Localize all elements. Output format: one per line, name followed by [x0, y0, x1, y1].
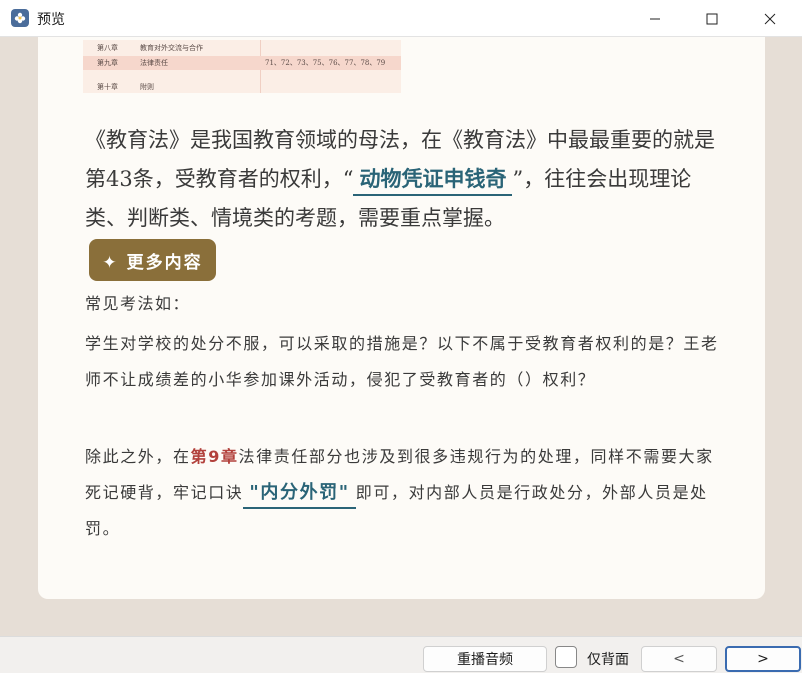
common-questions-heading: 常见考法如：	[85, 294, 191, 313]
prev-button[interactable]: <	[641, 646, 717, 672]
next-button[interactable]: >	[725, 646, 801, 672]
table-row: 第九章 法律责任 71、72、73、75、76、77、78、79	[83, 56, 401, 70]
chapter-9-paragraph: 除此之外，在第9章法律责任部分也涉及到很多违规行为的处理，同样不需要大家死记硬背…	[85, 447, 714, 538]
minimize-button[interactable]	[632, 0, 678, 37]
bottom-toolbar: 重播音频 仅背面 < >	[0, 636, 802, 673]
maximize-button[interactable]	[689, 0, 735, 37]
window-title: 预览	[37, 12, 65, 28]
chapter-reference: 第9章	[190, 447, 239, 466]
replay-audio-button[interactable]: 重播音频	[423, 646, 547, 672]
table-row: 第十章 附则	[97, 83, 154, 91]
back-only-label: 仅背面	[587, 652, 629, 668]
minimize-icon	[650, 18, 660, 19]
example-questions: 学生对学校的处分不服，可以采取的措施是？以下不属于受教育者权利的是？王老师不让成…	[85, 334, 719, 389]
more-content-button[interactable]: ✦ 更多内容	[89, 239, 216, 281]
close-button[interactable]	[747, 0, 793, 37]
mnemonic-highlight: 动物凭证申钱奇	[353, 164, 513, 196]
maximize-icon	[706, 13, 718, 24]
close-icon	[764, 13, 776, 24]
flower-app-icon	[11, 9, 29, 27]
title-bar: 预览	[0, 0, 802, 37]
intro-paragraph: 《教育法》是我国教育领域的母法，在《教育法》中最最重要的就是第43条，受教育者的…	[85, 128, 715, 230]
back-only-checkbox[interactable]	[555, 646, 577, 668]
chapter-table-image: 第八章 教育对外交流与合作 第九章 法律责任 71、72、73、75、76、77…	[83, 40, 401, 93]
table-row: 第八章 教育对外交流与合作	[97, 44, 203, 52]
mnemonic-highlight-2: "内分外罚"	[243, 479, 356, 509]
